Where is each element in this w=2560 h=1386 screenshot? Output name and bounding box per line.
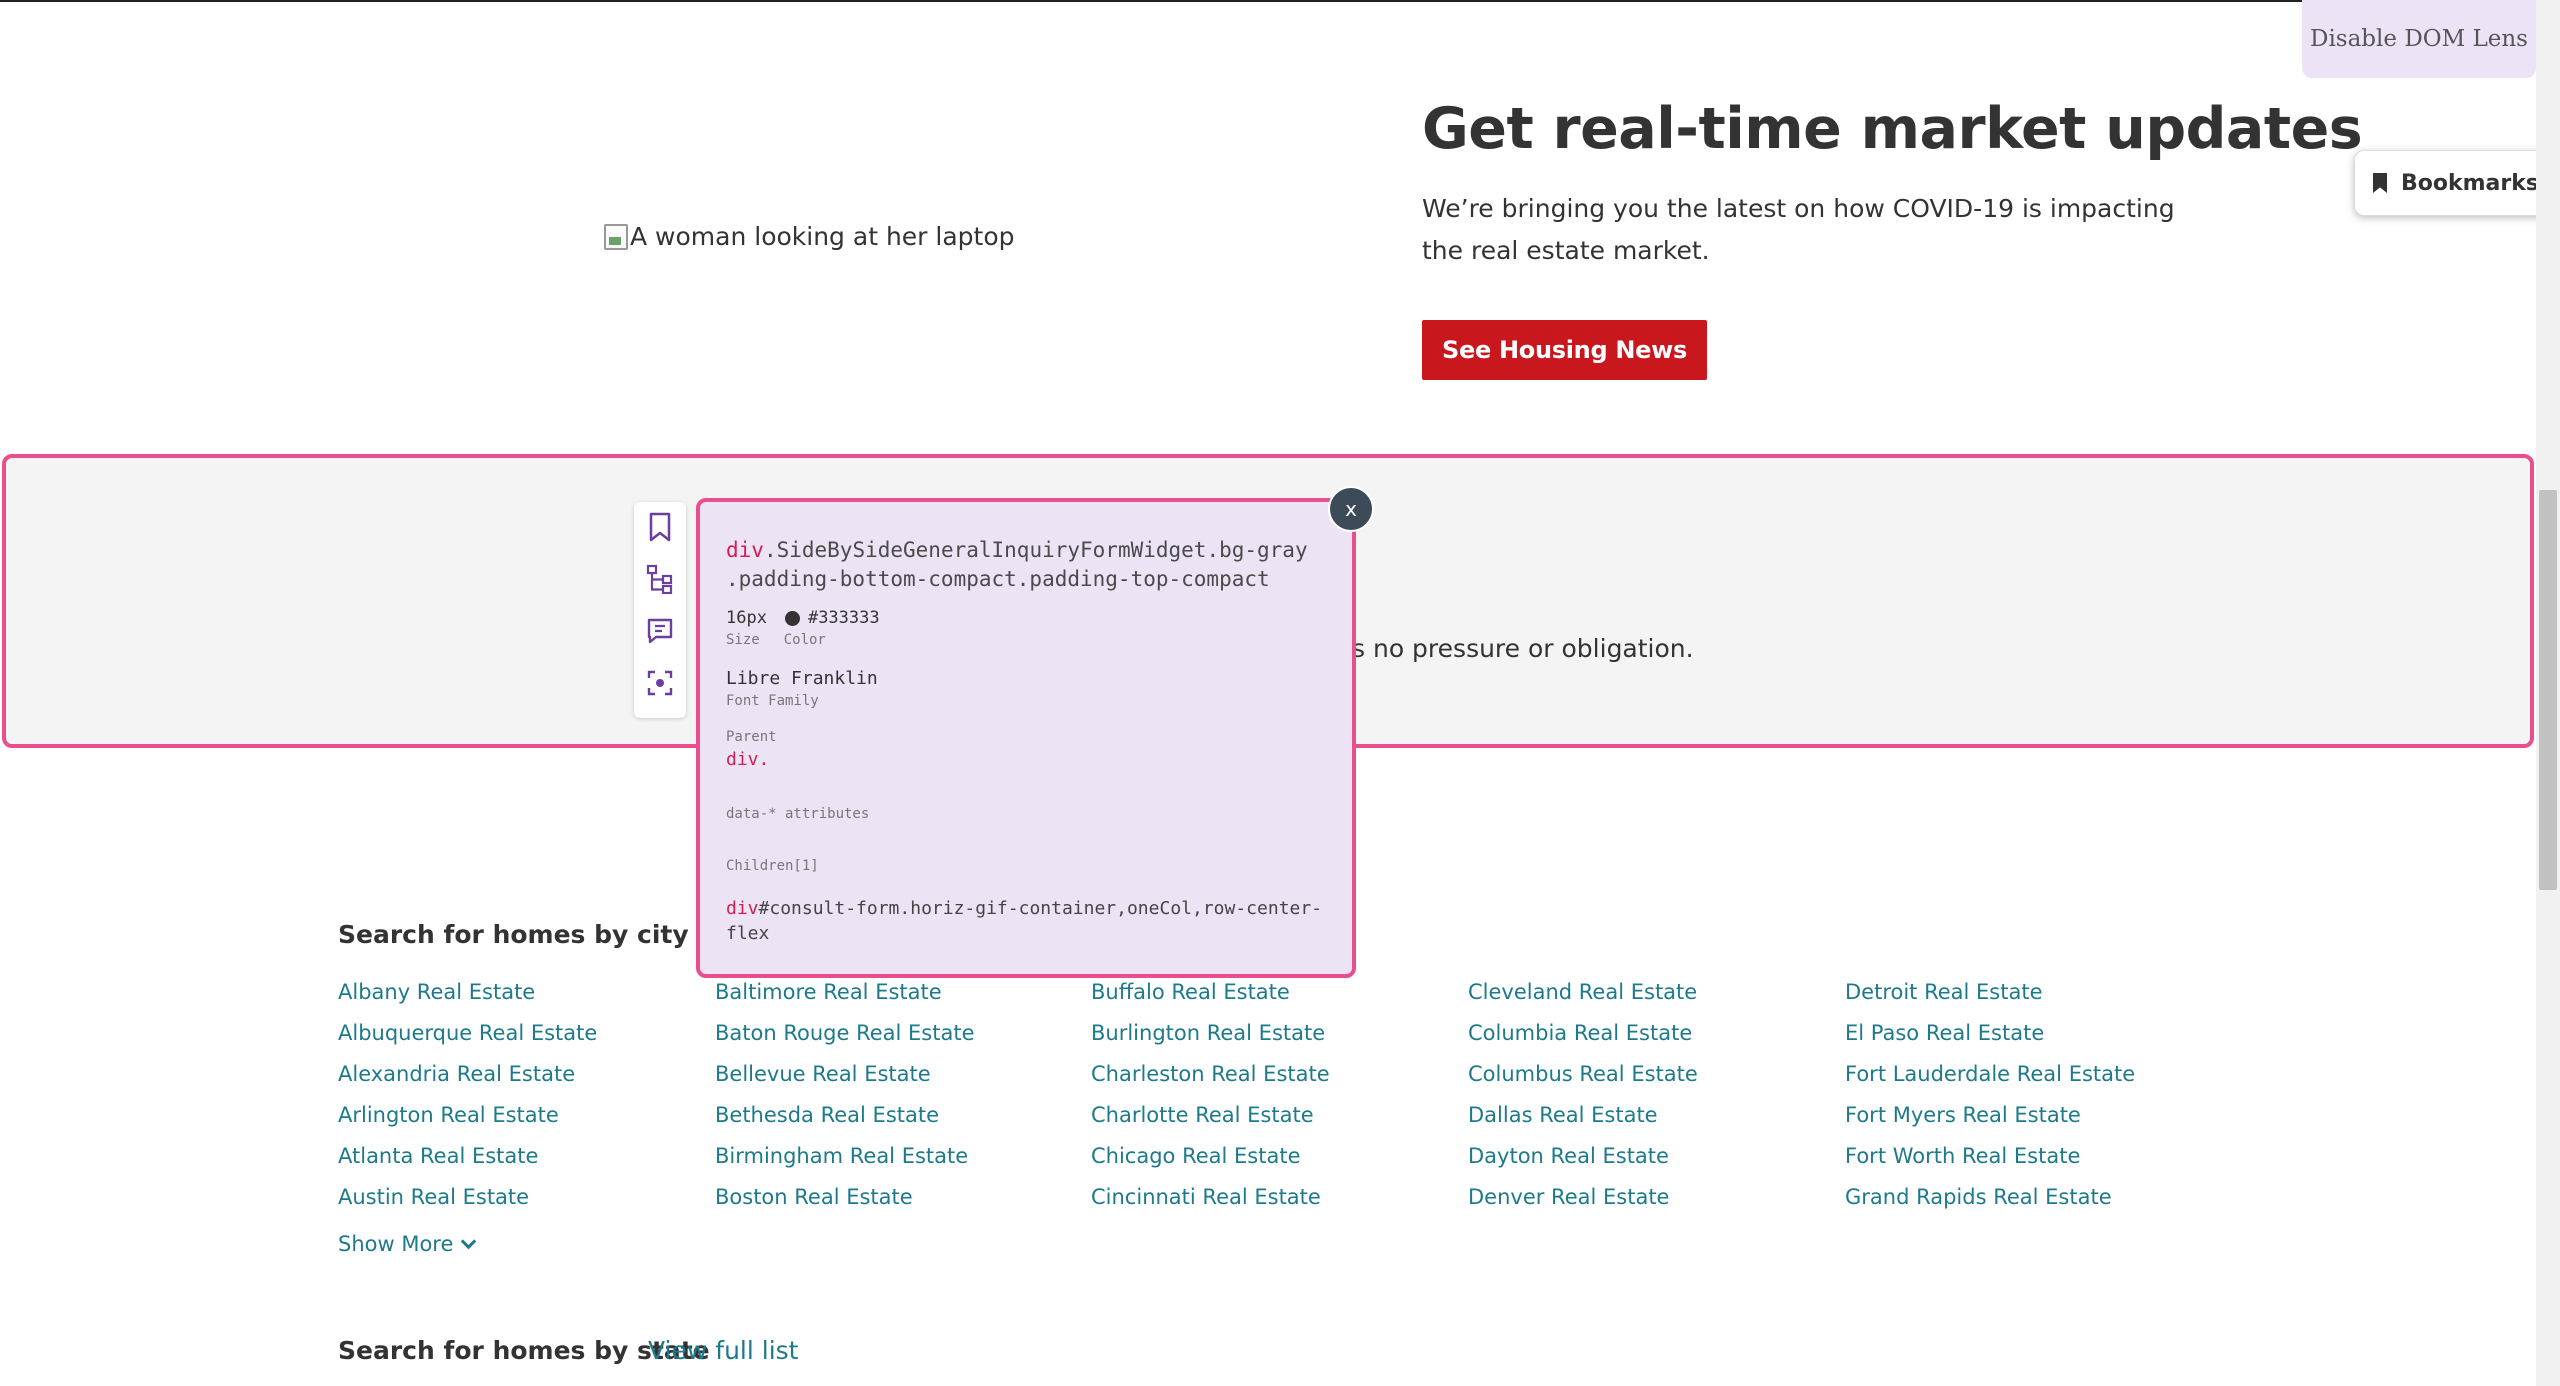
hero-title: Get real-time market updates [1422,96,2363,162]
city-column-5: Detroit Real Estate El Paso Real Estate … [1845,972,2135,1218]
selector-classes-1: .SideBySideGeneralInquiryFormWidget.bg-g… [763,538,1308,562]
bookmarks-label: Bookmarks [2401,170,2539,196]
city-link[interactable]: Bellevue Real Estate [715,1054,975,1095]
inquiry-description: s no pressure or obligation. [1352,634,1694,663]
metric-captions: Size Color [726,632,1352,648]
city-link[interactable]: Columbia Real Estate [1468,1013,1698,1054]
city-column-2: Baltimore Real Estate Baton Rouge Real E… [715,972,975,1218]
city-link[interactable]: Charlotte Real Estate [1091,1095,1330,1136]
broken-image-icon [604,223,628,250]
city-link[interactable]: Charleston Real Estate [1091,1054,1330,1095]
city-column-3: Buffalo Real Estate Burlington Real Esta… [1091,972,1330,1218]
selector-tag: div [726,538,764,562]
city-link[interactable]: Chicago Real Estate [1091,1136,1330,1177]
focus-target-icon[interactable] [645,668,675,698]
style-metrics: 16px #333333 [726,608,1352,628]
city-link[interactable]: Dallas Real Estate [1468,1095,1698,1136]
children-caption: Children[1] [726,858,819,874]
show-more-button[interactable]: Show More [338,1232,477,1256]
comment-icon[interactable] [645,616,675,646]
city-link[interactable]: Cleveland Real Estate [1468,972,1698,1013]
parent-caption: Parent [726,729,777,745]
city-link[interactable]: Baton Rouge Real Estate [715,1013,975,1054]
data-attrs-caption: data-* attributes [726,806,870,822]
city-link[interactable]: Grand Rapids Real Estate [1845,1177,2135,1218]
city-column-4: Cleveland Real Estate Columbia Real Esta… [1468,972,1698,1218]
city-link[interactable]: Dayton Real Estate [1468,1136,1698,1177]
city-link[interactable]: Burlington Real Estate [1091,1013,1330,1054]
city-link[interactable]: Birmingham Real Estate [715,1136,975,1177]
city-link[interactable]: Columbus Real Estate [1468,1054,1698,1095]
tree-structure-icon[interactable] [645,564,675,594]
inspector-close-button[interactable]: x [1328,486,1374,532]
color-value-wrap: #333333 [784,608,880,628]
lens-toolbar [634,502,686,718]
selector-classes-2: .padding-bottom-compact.padding-top-comp… [726,567,1270,591]
city-link[interactable]: Austin Real Estate [338,1177,597,1218]
bookmarks-tab[interactable]: Bookmarks [2354,150,2544,216]
child-tag: div [726,898,759,919]
city-link[interactable]: Alexandria Real Estate [338,1054,597,1095]
child-selector-text: #consult-form.horiz-gif-container,oneCol… [726,898,1323,944]
disable-dom-lens-button[interactable]: Disable DOM Lens [2302,0,2536,78]
see-housing-news-button[interactable]: See Housing News [1422,320,1707,380]
city-column-1: Albany Real Estate Albuquerque Real Esta… [338,972,597,1218]
show-more-label: Show More [338,1232,454,1256]
city-link[interactable]: Albuquerque Real Estate [338,1013,597,1054]
chevron-down-icon [461,1233,477,1249]
city-link[interactable]: Detroit Real Estate [1845,972,2135,1013]
city-link[interactable]: Fort Worth Real Estate [1845,1136,2135,1177]
selector-line-1: div.SideBySideGeneralInquiryFormWidget.b… [726,536,1352,565]
city-link[interactable]: Atlanta Real Estate [338,1136,597,1177]
parent-value[interactable]: div. [726,749,1352,770]
city-link[interactable]: El Paso Real Estate [1845,1013,2135,1054]
element-inspector-panel: div.SideBySideGeneralInquiryFormWidget.b… [696,498,1356,978]
color-swatch-icon [784,610,800,626]
child-selector[interactable]: div#consult-form.horiz-gif-container,one… [726,896,1336,946]
city-link[interactable]: Albany Real Estate [338,972,597,1013]
city-link[interactable]: Buffalo Real Estate [1091,972,1330,1013]
font-family-block: Libre Franklin Font Family [726,668,1352,709]
city-link[interactable]: Boston Real Estate [715,1177,975,1218]
city-link[interactable]: Denver Real Estate [1468,1177,1698,1218]
hero-subtitle: We’re bringing you the latest on how COV… [1422,194,2175,265]
font-family-caption: Font Family [726,693,819,709]
city-link[interactable]: Cincinnati Real Estate [1091,1177,1330,1218]
city-link[interactable]: Baltimore Real Estate [715,972,975,1013]
top-border [0,0,2560,2]
bookmark-outline-icon[interactable] [645,512,675,542]
city-link[interactable]: Bethesda Real Estate [715,1095,975,1136]
color-caption: Color [783,632,826,648]
city-link[interactable]: Fort Lauderdale Real Estate [1845,1054,2135,1095]
view-full-list-link[interactable]: View full list [648,1336,798,1365]
bookmark-icon [2373,173,2387,193]
color-value: #333333 [807,608,880,628]
scrollbar-thumb[interactable] [2539,490,2557,890]
data-attrs-block: data-* attributes [726,806,1352,822]
font-family-value: Libre Franklin [726,668,878,689]
parent-block: Parent div. [726,729,1352,770]
hero-image-alt-text: A woman looking at her laptop [630,222,1015,251]
children-block: Children[1] div#consult-form.horiz-gif-c… [726,858,1352,946]
cities-heading: Search for homes by city [338,920,689,949]
size-value: 16px [726,608,767,628]
city-link[interactable]: Arlington Real Estate [338,1095,597,1136]
city-link[interactable]: Fort Myers Real Estate [1845,1095,2135,1136]
size-caption: Size [726,632,760,648]
hero-image: A woman looking at her laptop [604,222,1015,251]
